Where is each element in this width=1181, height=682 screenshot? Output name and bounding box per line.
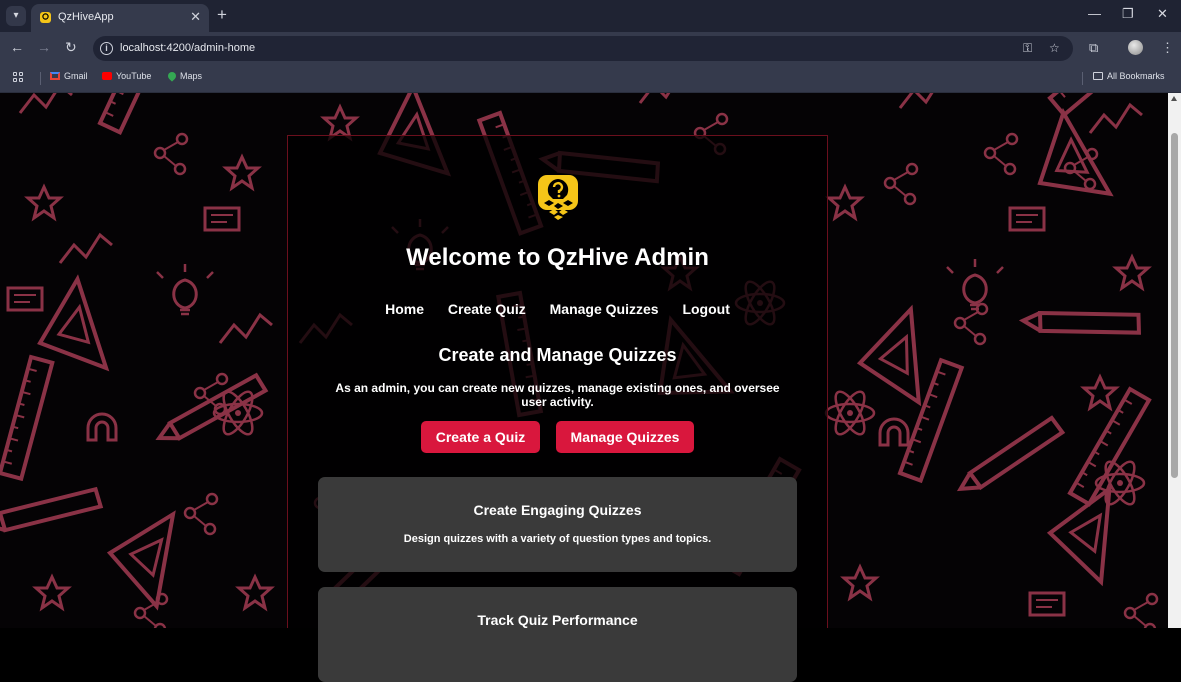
extensions-icon[interactable]: ⧉ — [1089, 40, 1098, 56]
scroll-thumb[interactable] — [1171, 133, 1178, 478]
welcome-heading: Welcome to QzHive Admin — [406, 244, 709, 271]
minimize-icon[interactable]: — — [1088, 6, 1101, 21]
tab-close-icon[interactable]: ✕ — [190, 9, 201, 25]
bookmark-separator — [1082, 72, 1083, 85]
apps-grid-icon[interactable] — [13, 72, 25, 84]
reload-icon[interactable]: ↻ — [65, 39, 77, 56]
bookmark-gmail[interactable]: Gmail — [50, 71, 88, 81]
tab-title: QzHiveApp — [58, 11, 114, 23]
bookmark-separator — [40, 72, 41, 85]
bookmark-label: YouTube — [116, 71, 152, 81]
gmail-icon — [50, 72, 60, 80]
nav-manage-quizzes-link[interactable]: Manage Quizzes — [550, 301, 659, 317]
page-scrollbar[interactable] — [1168, 93, 1181, 628]
nav-create-quiz-link[interactable]: Create Quiz — [448, 301, 526, 317]
bookmark-label: Gmail — [64, 71, 88, 81]
scroll-up-arrow-icon[interactable] — [1171, 96, 1177, 101]
bookmark-star-icon[interactable]: ☆ — [1049, 41, 1060, 55]
card-title: Create Engaging Quizzes — [473, 502, 642, 518]
section-description: As an admin, you can create new quizzes,… — [335, 381, 780, 409]
create-quiz-button[interactable]: Create a Quiz — [421, 421, 540, 453]
bookmark-youtube[interactable]: YouTube — [102, 71, 151, 81]
manage-quizzes-button[interactable]: Manage Quizzes — [556, 421, 694, 453]
site-info-icon[interactable]: i — [100, 42, 113, 55]
section-title: Create and Manage Quizzes — [438, 345, 677, 365]
maps-icon — [166, 70, 178, 82]
new-tab-icon[interactable]: + — [217, 5, 227, 25]
menu-kebab-icon[interactable]: ⋮ — [1161, 40, 1174, 56]
address-bar[interactable]: i localhost:4200/admin-home ⚿ ☆ — [93, 36, 1073, 61]
restore-icon[interactable]: ❐ — [1122, 6, 1134, 22]
qzhive-logo-icon — [538, 175, 578, 220]
bookmark-maps[interactable]: Maps — [166, 70, 203, 82]
browser-tab[interactable]: QzHiveApp ✕ — [31, 4, 209, 32]
qzhive-favicon-icon — [40, 12, 51, 23]
forward-icon[interactable]: → — [37, 39, 51, 55]
admin-nav: Home Create Quiz Manage Quizzes Logout — [287, 301, 828, 317]
back-icon[interactable]: ← — [10, 39, 24, 55]
card-title: Track Quiz Performance — [477, 612, 638, 628]
nav-home-link[interactable]: Home — [385, 301, 424, 317]
bookmarks-bar: Gmail YouTube Maps All Bookmarks — [0, 64, 1181, 93]
bookmark-label: Maps — [180, 71, 203, 81]
tab-search-icon[interactable]: ▾ — [6, 6, 26, 26]
browser-toolbar: ← → ↻ i localhost:4200/admin-home ⚿ ☆ ⧉ … — [0, 32, 1181, 64]
password-key-icon[interactable]: ⚿ — [1023, 41, 1032, 56]
all-bookmarks-label: All Bookmarks — [1107, 71, 1165, 81]
close-window-icon[interactable]: ✕ — [1157, 6, 1168, 22]
profile-avatar[interactable] — [1128, 40, 1143, 55]
url-text[interactable]: localhost:4200/admin-home — [120, 42, 255, 54]
folder-icon — [1093, 72, 1103, 80]
youtube-icon — [102, 72, 112, 80]
all-bookmarks[interactable]: All Bookmarks — [1093, 71, 1165, 81]
nav-logout-link[interactable]: Logout — [682, 301, 729, 317]
feature-card: Create Engaging Quizzes Design quizzes w… — [318, 477, 797, 572]
feature-card: Track Quiz Performance — [318, 587, 797, 682]
browser-titlebar: ▾ QzHiveApp ✕ + — ❐ ✕ — [0, 0, 1181, 32]
card-text: Design quizzes with a variety of questio… — [403, 533, 712, 545]
